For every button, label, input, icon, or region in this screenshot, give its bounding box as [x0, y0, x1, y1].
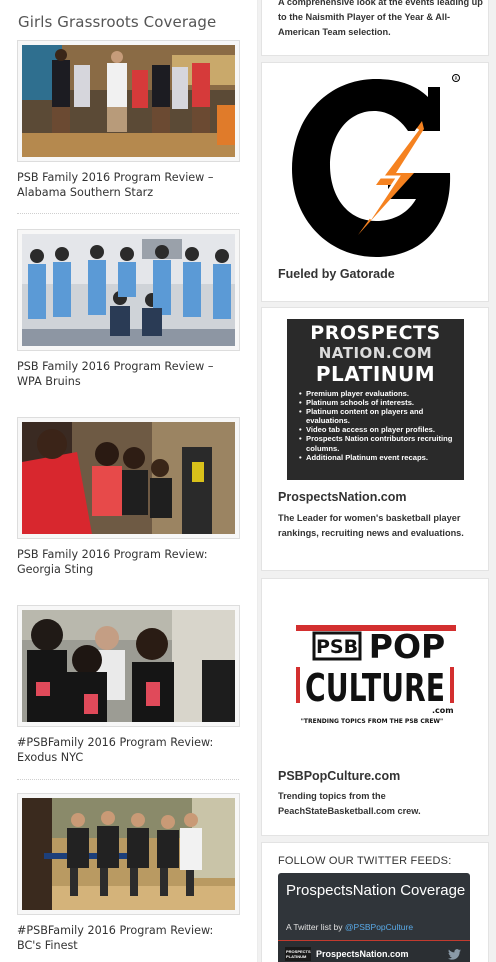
article-title[interactable]: #PSBFamily 2016 Program Review: Exodus N…: [17, 735, 239, 765]
tweet-row[interactable]: PROSPECTS PLATINUM ProspectsNation.com: [278, 941, 470, 962]
ad-bullet: Additional Platinum event recaps.: [299, 453, 459, 462]
team-timeout-photo: [22, 610, 235, 722]
ad-bullet: Platinum schools of interests.: [299, 398, 459, 407]
divider: [17, 779, 239, 780]
gatorade-g-bolt-logo[interactable]: R: [290, 73, 462, 259]
svg-text:R: R: [455, 76, 458, 82]
ad-line-platinum: PLATINUM: [315, 362, 436, 386]
article-thumbnail[interactable]: [17, 417, 240, 539]
prospects-platinum-ad[interactable]: PROSPECTS NATION.COM PLATINUM Premium pl…: [287, 319, 464, 480]
ad-bullet: Prospects Nation contributors recruiting…: [299, 434, 459, 452]
article-thumbnail[interactable]: [17, 605, 240, 727]
psb-pop-culture-logo[interactable]: PSB POP CULTURE .com "TRENDING TOPICS FR…: [292, 619, 462, 731]
sidebar: A comprehensive look at the events leadi…: [258, 0, 496, 962]
article-title[interactable]: #PSBFamily 2016 Program Review: BC's Fin…: [17, 923, 239, 953]
pop-culture-widget: PSB POP CULTURE .com "TRENDING TOPICS FR…: [261, 578, 489, 836]
section-title: Girls Grassroots Coverage: [18, 13, 217, 31]
tweet-account-name[interactable]: ProspectsNation.com: [316, 949, 409, 959]
article-thumbnail[interactable]: [17, 793, 240, 915]
prospects-nation-widget: PROSPECTS NATION.COM PLATINUM Premium pl…: [261, 307, 489, 571]
ad-bullet: Platinum content on players and evaluati…: [299, 407, 459, 425]
pop-culture-caption[interactable]: PSBPopCulture.com: [278, 769, 400, 783]
team-group-photo: [22, 234, 235, 346]
follow-twitter-title: FOLLOW OUR TWITTER FEEDS:: [278, 855, 452, 867]
article-title[interactable]: PSB Family 2016 Program Review – Alabama…: [17, 170, 239, 200]
ad-line-nation: NATION.COM: [318, 344, 433, 362]
logo-culture-text: CULTURE: [305, 666, 445, 710]
list-owner-link[interactable]: @PSBPopCulture: [345, 922, 413, 932]
logo-pop-text: POP: [369, 627, 445, 666]
team-huddle-photo: [22, 45, 235, 157]
avatar[interactable]: PROSPECTS PLATINUM: [285, 947, 311, 961]
ad-bullet: Premium player evaluations.: [299, 389, 459, 398]
article-item: #PSBFamily 2016 Program Review: BC's Fin…: [17, 793, 240, 953]
logo-psb-text: PSB: [316, 636, 358, 658]
divider: [17, 213, 239, 214]
ad-line-prospects: PROSPECTS: [310, 322, 441, 344]
ad-benefits-list: Premium player evaluations. Platinum sch…: [299, 389, 459, 462]
article-thumbnail[interactable]: [17, 40, 240, 162]
article-item: PSB Family 2016 Program Review: Georgia …: [17, 417, 240, 577]
twitter-bird-icon[interactable]: [448, 949, 461, 960]
team-sideline-photo: [22, 798, 235, 910]
list-by-text: A Twitter list by: [286, 922, 345, 932]
gatorade-widget: R Fueled by Gatorade: [261, 62, 489, 302]
article-item: PSB Family 2016 Program Review – WPA Bru…: [17, 229, 240, 389]
article-title[interactable]: PSB Family 2016 Program Review: Georgia …: [17, 547, 239, 577]
article-item: #PSBFamily 2016 Program Review: Exodus N…: [17, 605, 240, 765]
pop-culture-description: Trending topics from the PeachStateBaske…: [278, 791, 421, 816]
twitter-list-embed[interactable]: ProspectsNation Coverage A Twitter list …: [278, 873, 470, 962]
article-title[interactable]: PSB Family 2016 Program Review – WPA Bru…: [17, 359, 239, 389]
naismith-description: A comprehensive look at the events leadi…: [278, 0, 483, 37]
logo-tagline-text: "TRENDING TOPICS FROM THE PSB CREW": [301, 718, 443, 725]
article-thumbnail[interactable]: [17, 229, 240, 351]
gatorade-caption: Fueled by Gatorade: [278, 267, 395, 281]
prospects-caption[interactable]: ProspectsNation.com: [278, 490, 407, 504]
ad-bullet: Video tab access on player profiles.: [299, 425, 459, 434]
twitter-list-byline: A Twitter list by @PSBPopCulture: [286, 922, 413, 932]
naismith-widget: A comprehensive look at the events leadi…: [261, 0, 489, 56]
logo-com-text: .com: [432, 706, 454, 715]
prospects-description: The Leader for women's basketball player…: [278, 513, 464, 538]
team-bench-photo: [22, 422, 235, 534]
twitter-feeds-widget: FOLLOW OUR TWITTER FEEDS: ProspectsNatio…: [261, 842, 489, 962]
article-item: PSB Family 2016 Program Review – Alabama…: [17, 40, 240, 200]
girls-grassroots-section: Girls Grassroots Coverage PSB Family 201…: [0, 0, 258, 962]
twitter-list-title[interactable]: ProspectsNation Coverage: [286, 881, 466, 900]
